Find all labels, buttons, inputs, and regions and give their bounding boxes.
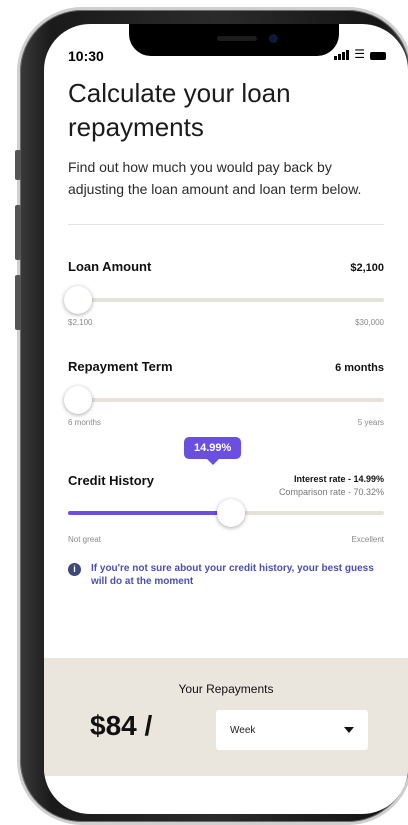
repayment-term-max: 5 years — [357, 418, 384, 427]
credit-history-section: 14.99% Credit History Interest rate - 14… — [68, 437, 384, 544]
loan-amount-max: $30,000 — [355, 318, 384, 327]
comparison-rate-text: Comparison rate - 70.32% — [278, 487, 384, 497]
repayment-term-value: 6 months — [335, 362, 384, 374]
interest-rate-text: Interest rate - 14.99% — [293, 474, 384, 484]
battery-icon — [370, 52, 386, 60]
camera — [269, 34, 278, 43]
credit-history-max: Excellent — [351, 535, 384, 544]
phone-screen: 10:30 ☰ Calculate your loan repayments F… — [44, 24, 408, 814]
repayments-title: Your Repayments — [178, 682, 274, 696]
credit-history-slider[interactable] — [68, 499, 384, 527]
loan-amount-value: $2,100 — [350, 262, 384, 274]
repayment-term-min: 6 months — [68, 418, 101, 427]
repayments-panel: Your Repayments $84 / Week — [44, 658, 408, 776]
frequency-select[interactable]: Week — [216, 710, 368, 750]
interest-rate-tooltip: 14.99% — [184, 437, 242, 465]
credit-history-fill — [68, 511, 231, 515]
repayment-amount: $84 / — [90, 710, 153, 741]
credit-history-label: Credit History — [68, 473, 154, 488]
volume-down-button — [15, 275, 21, 330]
credit-history-handle[interactable] — [217, 499, 245, 527]
divider — [68, 224, 384, 225]
info-icon: i — [68, 563, 81, 576]
status-icons: ☰ — [334, 48, 386, 60]
loan-amount-label: Loan Amount — [68, 259, 152, 274]
volume-up-button — [15, 205, 21, 260]
wifi-icon: ☰ — [354, 47, 365, 61]
calculator-content: Calculate your loan repayments Find out … — [64, 76, 384, 588]
signal-icon — [334, 50, 350, 60]
loan-amount-section: Loan Amount $2,100 $2,100 $30,000 — [64, 259, 384, 327]
frequency-value: Week — [230, 724, 256, 736]
loan-amount-min: $2,100 — [68, 318, 93, 327]
speaker — [217, 36, 257, 41]
loan-amount-slider[interactable] — [64, 286, 384, 314]
credit-info-text: If you're not sure about your credit his… — [91, 563, 374, 587]
status-time: 10:30 — [68, 48, 104, 64]
repayment-term-slider[interactable] — [64, 386, 384, 414]
credit-info-note: i If you're not sure about your credit h… — [68, 562, 384, 588]
loan-amount-handle[interactable] — [64, 286, 92, 314]
page-title: Calculate your loan repayments — [68, 78, 291, 142]
chevron-down-icon — [344, 727, 354, 733]
repayment-term-label: Repayment Term — [68, 359, 173, 374]
notch — [129, 24, 339, 56]
intro-text: Find out how much you would pay back by … — [68, 159, 362, 197]
credit-history-min: Not great — [68, 535, 101, 544]
repayment-term-section: Repayment Term 6 months 6 months 5 years — [64, 359, 384, 427]
repayment-term-handle[interactable] — [64, 386, 92, 414]
mute-switch — [15, 150, 21, 180]
